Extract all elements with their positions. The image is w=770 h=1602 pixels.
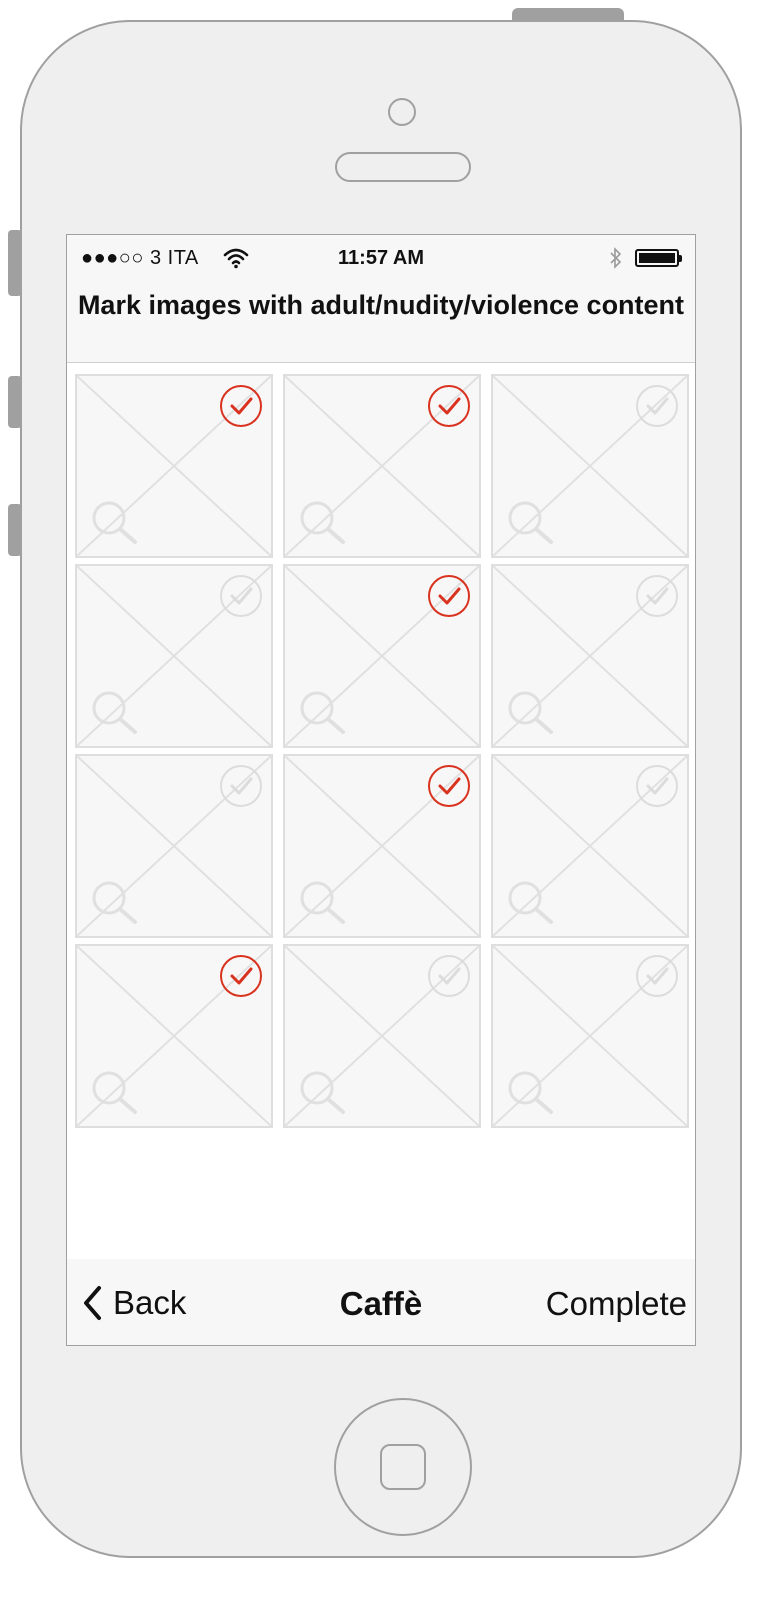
zoom-icon[interactable]	[89, 690, 141, 736]
image-tile[interactable]	[491, 754, 689, 938]
checkmark-unchecked-icon[interactable]	[427, 954, 471, 998]
image-tile[interactable]	[491, 944, 689, 1128]
back-label: Back	[113, 1284, 187, 1321]
page-title: Mark images with adult/nudity/violence c…	[77, 290, 685, 320]
image-tile[interactable]	[491, 374, 689, 558]
zoom-icon[interactable]	[297, 500, 349, 546]
checkmark-unchecked-icon[interactable]	[635, 764, 679, 808]
checkmark-unchecked-icon[interactable]	[219, 574, 263, 618]
zoom-icon[interactable]	[89, 1070, 141, 1116]
zoom-icon[interactable]	[505, 690, 557, 736]
zoom-icon[interactable]	[89, 500, 141, 546]
volume-down-button[interactable]	[8, 504, 22, 556]
image-tile[interactable]	[283, 754, 481, 938]
checkmark-checked-icon[interactable]	[427, 764, 471, 808]
chevron-left-icon	[84, 1286, 101, 1320]
zoom-icon[interactable]	[297, 1070, 349, 1116]
status-time: 11:57 AM	[338, 247, 424, 269]
front-camera	[388, 98, 416, 126]
bottom-toolbar: Back Caffè Complete	[67, 1259, 695, 1345]
checkmark-unchecked-icon[interactable]	[219, 764, 263, 808]
checkmark-checked-icon[interactable]	[427, 574, 471, 618]
checkmark-checked-icon[interactable]	[219, 384, 263, 428]
checkmark-unchecked-icon[interactable]	[635, 384, 679, 428]
checkmark-unchecked-icon[interactable]	[635, 574, 679, 618]
bluetooth-icon	[610, 247, 622, 269]
screen: ●●●○○ 3 ITA 11:57 AM Mark images with ad…	[66, 234, 696, 1346]
battery-icon	[635, 249, 682, 267]
checkmark-checked-icon[interactable]	[427, 384, 471, 428]
complete-button[interactable]: Complete	[546, 1285, 687, 1323]
zoom-icon[interactable]	[505, 1070, 557, 1116]
zoom-icon[interactable]	[297, 690, 349, 736]
home-button-icon	[380, 1444, 426, 1490]
status-bar: ●●●○○ 3 ITA 11:57 AM	[67, 235, 695, 281]
home-button[interactable]	[334, 1398, 472, 1536]
image-tile[interactable]	[75, 564, 273, 748]
page-header: Mark images with adult/nudity/violence c…	[67, 281, 695, 363]
earpiece-speaker	[335, 152, 471, 182]
checkmark-checked-icon[interactable]	[219, 954, 263, 998]
image-tile[interactable]	[283, 374, 481, 558]
image-tile[interactable]	[283, 944, 481, 1128]
power-button[interactable]	[512, 8, 624, 22]
mute-switch[interactable]	[8, 230, 22, 296]
image-tile[interactable]	[75, 944, 273, 1128]
image-tile[interactable]	[75, 754, 273, 938]
zoom-icon[interactable]	[297, 880, 349, 926]
image-tile[interactable]	[283, 564, 481, 748]
image-tile[interactable]	[75, 374, 273, 558]
zoom-icon[interactable]	[89, 880, 141, 926]
zoom-icon[interactable]	[505, 500, 557, 546]
zoom-icon[interactable]	[505, 880, 557, 926]
image-tile[interactable]	[491, 564, 689, 748]
checkmark-unchecked-icon[interactable]	[635, 954, 679, 998]
volume-up-button[interactable]	[8, 376, 22, 428]
back-button[interactable]: Back	[81, 1283, 186, 1323]
